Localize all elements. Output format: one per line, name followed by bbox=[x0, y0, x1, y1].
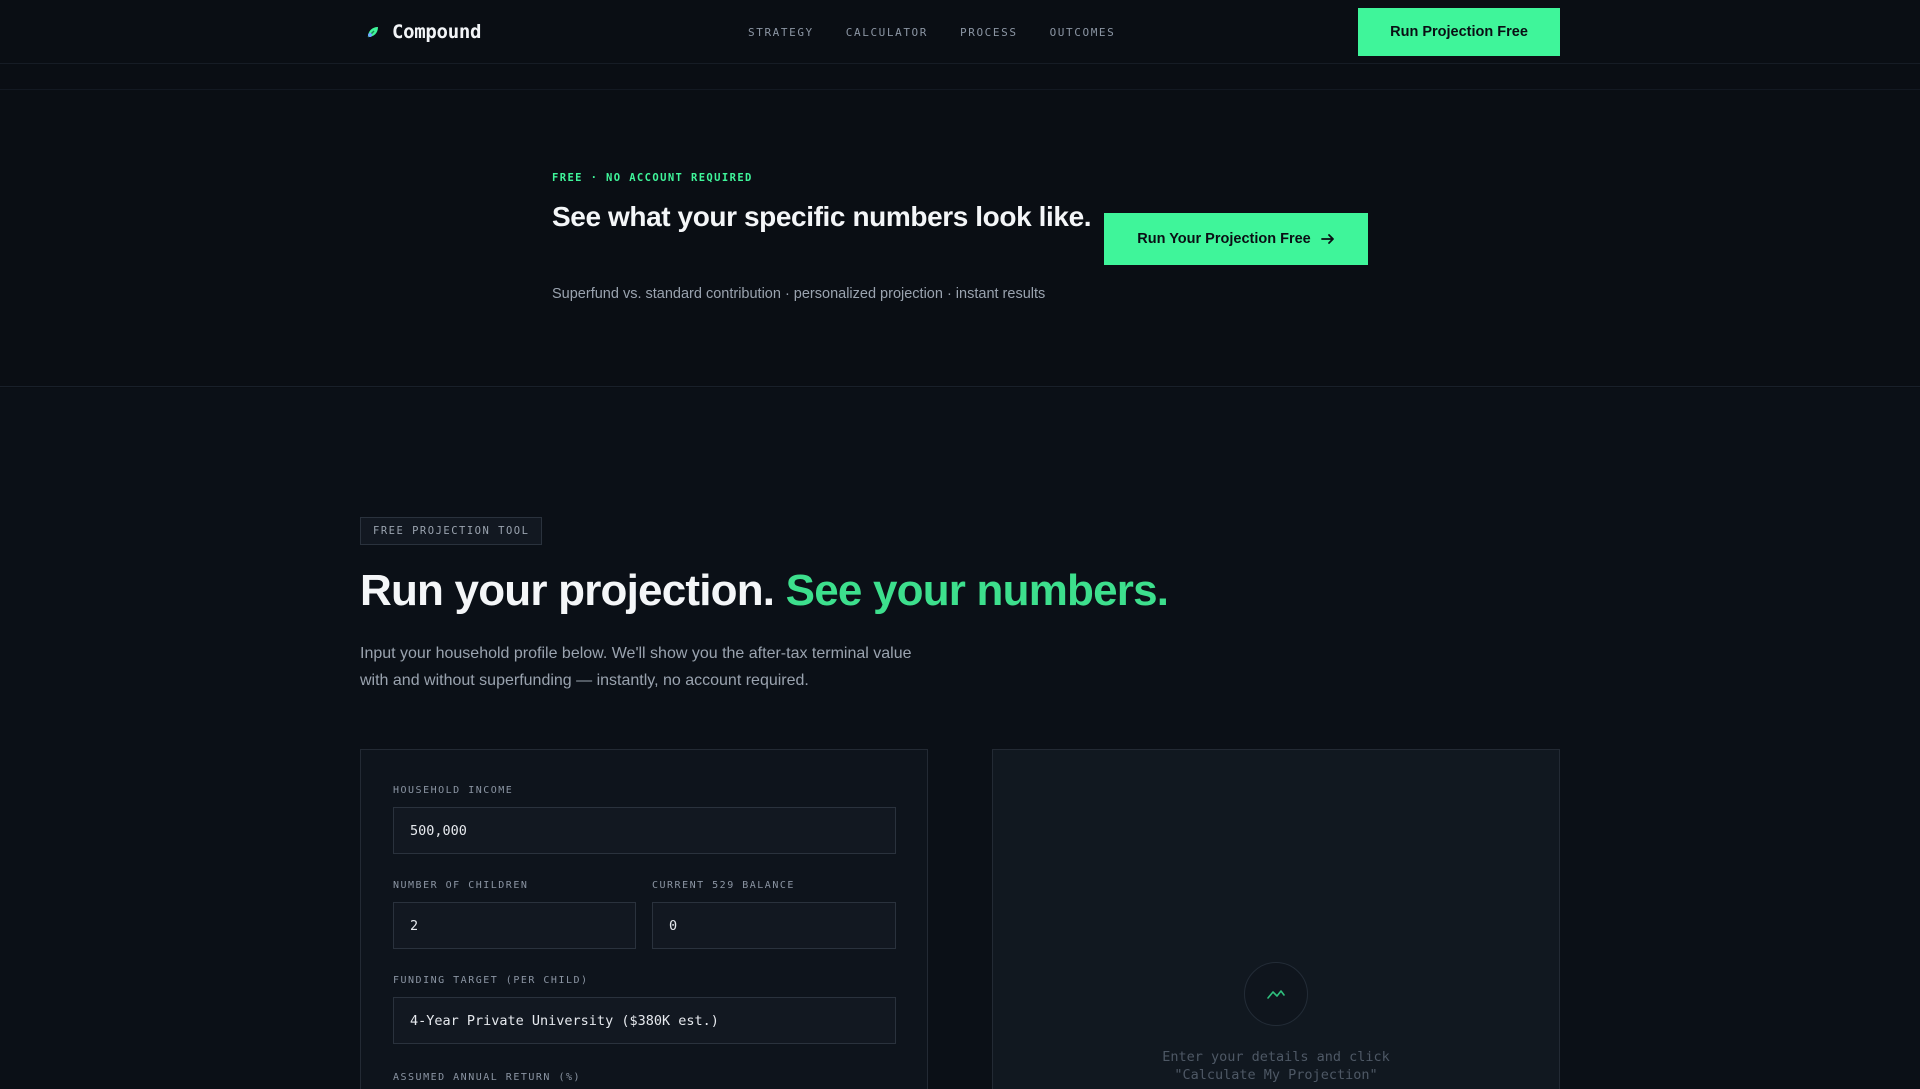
run-projection-button[interactable]: Run Projection Free bbox=[1358, 8, 1560, 56]
page-title: Run your projection. See your numbers. bbox=[360, 566, 1169, 616]
banner-title: See what your specific numbers look like… bbox=[552, 201, 1092, 232]
balance-label: CURRENT 529 BALANCE bbox=[652, 880, 795, 891]
children-input[interactable]: 2 bbox=[393, 902, 636, 949]
nav-link-outcomes[interactable]: OUTCOMES bbox=[1050, 26, 1116, 39]
brand-logo[interactable]: Compound bbox=[366, 18, 481, 46]
brand-name: Compound bbox=[392, 21, 482, 43]
title-part-2: See your numbers. bbox=[785, 566, 1169, 615]
projection-form: HOUSEHOLD INCOME 500,000 NUMBER OF CHILD… bbox=[360, 749, 928, 1089]
result-hint-line-1: Enter your details and click bbox=[1162, 1049, 1390, 1065]
nav-link-strategy[interactable]: STRATEGY bbox=[748, 26, 814, 39]
banner-subtitle: Superfund vs. standard contribution · pe… bbox=[552, 286, 1046, 302]
nav-link-calculator[interactable]: CALCULATOR bbox=[846, 26, 928, 39]
calculator-section: FREE PROJECTION TOOL Run your projection… bbox=[0, 388, 1920, 1089]
section-description: Input your household profile below. We'l… bbox=[360, 645, 912, 689]
chart-line-icon bbox=[1267, 990, 1285, 999]
result-hint: Enter your details and click "Calculate … bbox=[993, 1048, 1559, 1084]
projection-result-panel: Enter your details and click "Calculate … bbox=[992, 749, 1560, 1089]
nav-link-process[interactable]: PROCESS bbox=[960, 26, 1018, 39]
section-tag: FREE PROJECTION TOOL bbox=[360, 517, 543, 545]
title-part-1: Run your projection. bbox=[360, 566, 775, 615]
leaf-icon bbox=[367, 27, 378, 38]
chart-placeholder bbox=[1244, 962, 1308, 1026]
funding-target-select[interactable]: 4-Year Private University ($380K est.) bbox=[393, 997, 896, 1044]
nav-links: STRATEGY CALCULATOR PROCESS OUTCOMES bbox=[748, 0, 1147, 64]
return-label: ASSUMED ANNUAL RETURN (%) bbox=[393, 1072, 582, 1083]
household-income-input[interactable]: 500,000 bbox=[393, 807, 896, 854]
cta-banner: FREE · NO ACCOUNT REQUIRED See what your… bbox=[0, 90, 1920, 387]
target-label: FUNDING TARGET (PER CHILD) bbox=[393, 975, 589, 986]
run-your-projection-button[interactable]: Run Your Projection Free bbox=[1104, 213, 1368, 265]
top-nav: Compound STRATEGY CALCULATOR PROCESS OUT… bbox=[0, 0, 1920, 64]
result-hint-line-2: "Calculate My Projection" bbox=[1174, 1067, 1378, 1083]
children-label: NUMBER OF CHILDREN bbox=[393, 880, 529, 891]
banner-eyebrow: FREE · NO ACCOUNT REQUIRED bbox=[552, 172, 753, 184]
arrow-right-icon bbox=[1320, 234, 1334, 244]
balance-input[interactable]: 0 bbox=[652, 902, 896, 949]
income-label: HOUSEHOLD INCOME bbox=[393, 785, 514, 796]
banner-cta-label: Run Your Projection Free bbox=[1137, 231, 1311, 247]
